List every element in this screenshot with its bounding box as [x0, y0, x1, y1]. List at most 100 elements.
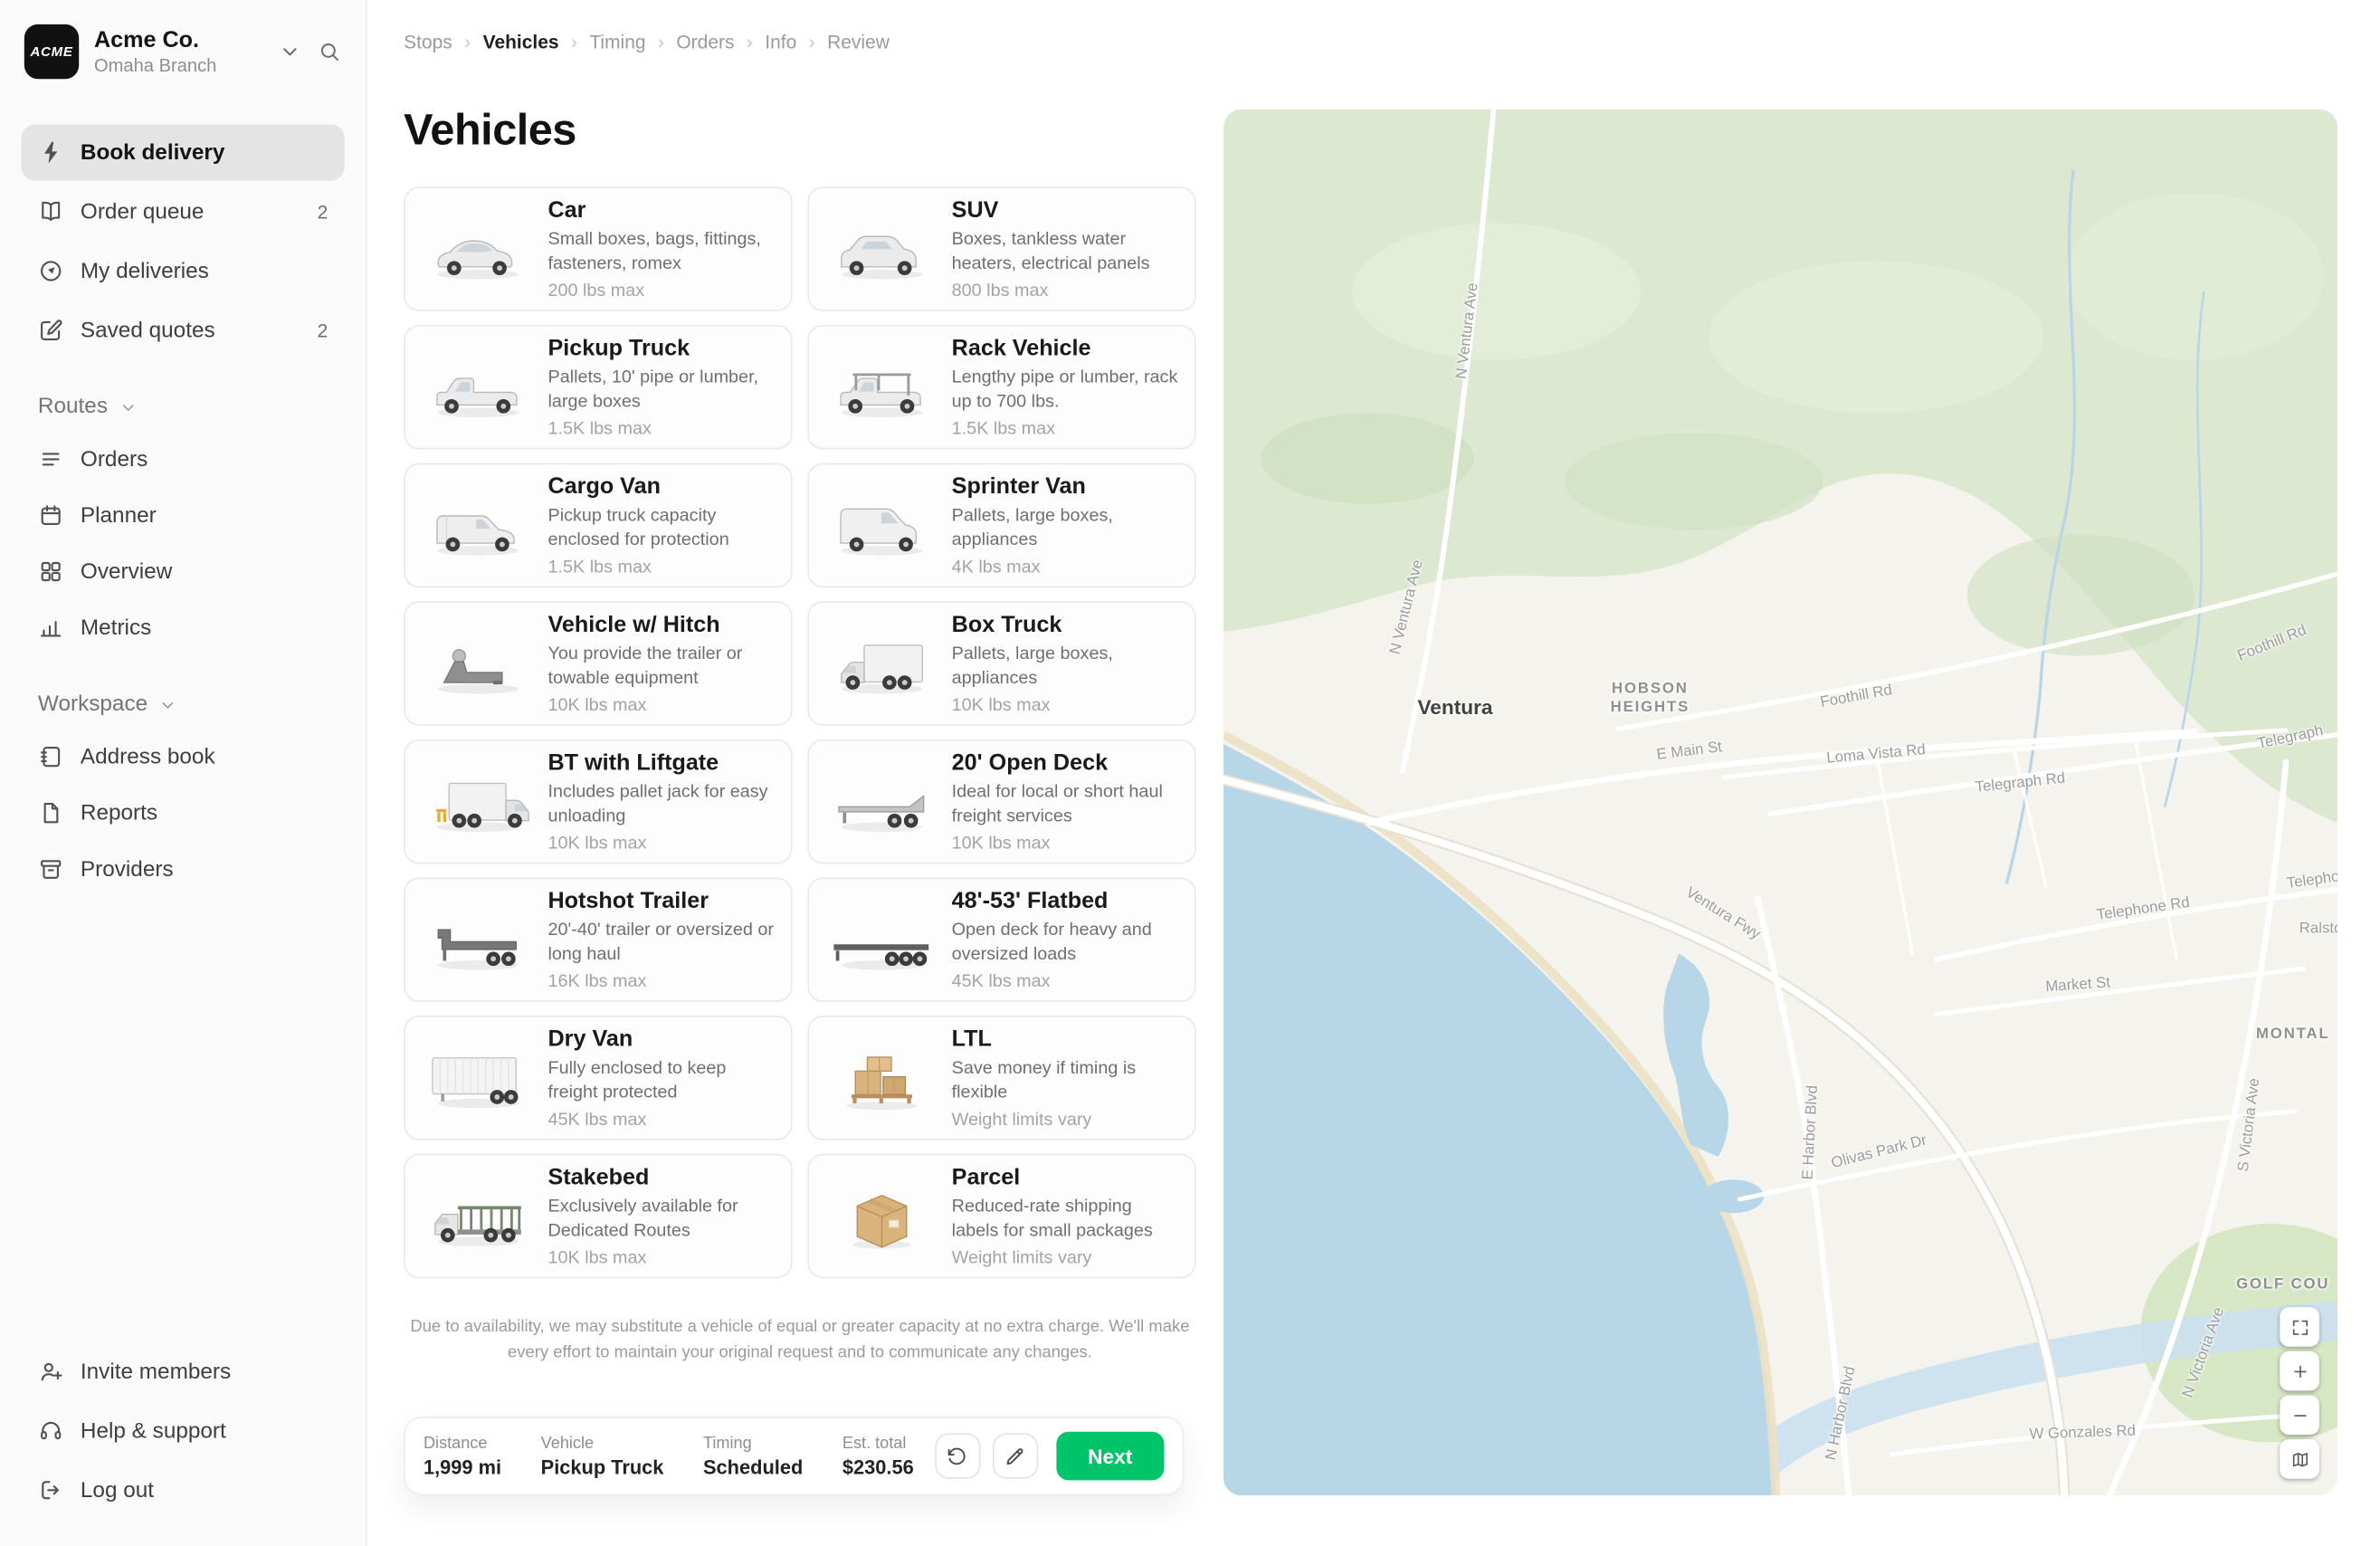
sidebar-item-saved-quotes[interactable]: Saved quotes 2 — [21, 302, 344, 358]
vehicle-text: Stakebed Exclusively available for Dedic… — [548, 1164, 776, 1267]
vehicle-card-rack-vehicle[interactable]: Rack Vehicle Lengthy pipe or lumber, rac… — [807, 325, 1195, 450]
org-branch: Omaha Branch — [94, 54, 262, 75]
vehicle-text: Hotshot Trailer 20'-40' trailer or overs… — [548, 888, 776, 991]
map[interactable]: N Ventura AveN Ventura AveVenturaHOBSON … — [1223, 110, 2337, 1495]
vehicle-max-weight: 10K lbs max — [952, 694, 1180, 715]
map-canvas[interactable] — [1223, 110, 2337, 1495]
sidebar-item-my-deliveries[interactable]: My deliveries — [21, 243, 344, 299]
summary-field-label: Distance — [424, 1434, 501, 1452]
box-truck-vehicle-icon — [815, 628, 949, 700]
sidebar-item-log-out[interactable]: Log out — [21, 1462, 344, 1518]
search-icon[interactable] — [318, 40, 342, 64]
bt-with-liftgate-vehicle-icon — [412, 766, 546, 837]
sidebar-item-book-delivery[interactable]: Book delivery — [21, 125, 344, 181]
summary-field-value: 1,999 mi — [424, 1455, 501, 1478]
vehicle-max-weight: 200 lbs max — [548, 280, 776, 301]
logout-icon — [38, 1477, 64, 1503]
archive-icon — [38, 856, 64, 883]
sprinter-van-vehicle-icon — [815, 490, 949, 561]
next-button[interactable]: Next — [1056, 1432, 1165, 1481]
chevron-down-icon[interactable] — [278, 40, 302, 64]
vehicle-description: Reduced-rate shipping labels for small p… — [952, 1195, 1180, 1242]
vehicle-description: 20'-40' trailer or oversized or long hau… — [548, 919, 776, 966]
chevron-down-icon — [158, 694, 178, 714]
vehicle-name: LTL — [952, 1026, 1180, 1053]
map-layers-button[interactable] — [2280, 1439, 2319, 1479]
calendar-icon — [38, 502, 64, 529]
vehicle-card-48-53-flatbed[interactable]: 48'-53' Flatbed Open deck for heavy and … — [807, 877, 1195, 1002]
vehicle-description: Pallets, large boxes, appliances — [952, 642, 1180, 689]
vehicle-card-bt-with-liftgate[interactable]: BT with Liftgate Includes pallet jack fo… — [404, 740, 792, 864]
vehicle-card-car[interactable]: Car Small boxes, bags, fittings, fastene… — [404, 186, 792, 311]
page-title: Vehicles — [404, 106, 576, 156]
sidebar-item-label: Orders — [81, 447, 311, 472]
vehicle-card-stakebed[interactable]: Stakebed Exclusively available for Dedic… — [404, 1154, 792, 1279]
breadcrumb-separator: › — [571, 32, 577, 52]
vehicle-description: Ideal for local or short haul freight se… — [952, 780, 1180, 827]
summary-field-vehicle: Vehicle Pickup Truck — [541, 1434, 664, 1478]
pickup-truck-vehicle-icon — [412, 351, 546, 423]
breadcrumb-item-timing[interactable]: Timing — [589, 32, 645, 52]
breadcrumb: Stops›Vehicles›Timing›Orders›Info›Review — [404, 32, 890, 52]
vehicle-text: 48'-53' Flatbed Open deck for heavy and … — [952, 888, 1180, 991]
nav-icon — [38, 258, 64, 284]
sidebar-item-label: Book delivery — [81, 140, 311, 165]
map-zoom-in-button[interactable] — [2280, 1351, 2319, 1391]
vehicle-card-suv[interactable]: SUV Boxes, tankless water heaters, elect… — [807, 186, 1195, 311]
vehicle-description: Boxes, tankless water heaters, electrica… — [952, 227, 1180, 274]
dry-van-vehicle-icon — [412, 1042, 546, 1113]
vehicle-name: 20' Open Deck — [952, 749, 1180, 776]
breadcrumb-separator: › — [809, 32, 815, 52]
sidebar-item-providers[interactable]: Providers — [21, 841, 344, 897]
breadcrumb-item-orders[interactable]: Orders — [676, 32, 734, 52]
sidebar-section-routes[interactable]: Routes — [21, 395, 344, 419]
vehicle-card-20-open-deck[interactable]: 20' Open Deck Ideal for local or short h… — [807, 740, 1195, 864]
edit-button[interactable] — [993, 1433, 1038, 1478]
breadcrumb-item-vehicles[interactable]: Vehicles — [483, 32, 559, 52]
vehicle-text: Sprinter Van Pallets, large boxes, appli… — [952, 473, 1180, 577]
vehicle-card-hotshot-trailer[interactable]: Hotshot Trailer 20'-40' trailer or overs… — [404, 877, 792, 1002]
sidebar-item-invite-members[interactable]: Invite members — [21, 1343, 344, 1399]
sidebar-item-orders[interactable]: Orders — [21, 431, 344, 487]
breadcrumb-item-info[interactable]: Info — [765, 32, 796, 52]
vehicle-card-box-truck[interactable]: Box Truck Pallets, large boxes, applianc… — [807, 601, 1195, 726]
breadcrumb-separator: › — [747, 32, 753, 52]
sidebar-item-help-support[interactable]: Help & support — [21, 1403, 344, 1459]
breadcrumb-item-stops[interactable]: Stops — [404, 32, 452, 52]
pencil-square-icon — [38, 318, 64, 344]
vehicle-name: BT with Liftgate — [548, 749, 776, 776]
vehicle-card-sprinter-van[interactable]: Sprinter Van Pallets, large boxes, appli… — [807, 463, 1195, 588]
sidebar-section-workspace[interactable]: Workspace — [21, 692, 344, 717]
summary-actions: Next — [935, 1432, 1165, 1481]
org-logo-text: ACME — [30, 44, 72, 60]
vehicle-name: Box Truck — [952, 612, 1180, 638]
org-switcher[interactable]: ACME Acme Co. Omaha Branch — [21, 21, 344, 88]
vehicle-card-cargo-van[interactable]: Cargo Van Pickup truck capacity enclosed… — [404, 463, 792, 588]
car-vehicle-icon — [412, 214, 546, 285]
map-zoom-out-button[interactable] — [2280, 1395, 2319, 1435]
vehicle-name: 48'-53' Flatbed — [952, 888, 1180, 914]
vehicle-text: Rack Vehicle Lengthy pipe or lumber, rac… — [952, 336, 1180, 439]
sidebar-item-metrics[interactable]: Metrics — [21, 600, 344, 656]
vehicle-max-weight: 1.5K lbs max — [952, 417, 1180, 438]
map-expand-button[interactable] — [2280, 1307, 2319, 1347]
breadcrumb-item-review[interactable]: Review — [827, 32, 890, 52]
sidebar-item-label: Order queue — [81, 200, 300, 224]
ltl-vehicle-icon — [815, 1042, 949, 1113]
vehicle-card-dry-van[interactable]: Dry Van Fully enclosed to keep freight p… — [404, 1016, 792, 1140]
vehicle-max-weight: 10K lbs max — [548, 694, 776, 715]
sidebar-item-overview[interactable]: Overview — [21, 543, 344, 599]
sidebar-item-planner[interactable]: Planner — [21, 487, 344, 543]
summary-bar: Distance 1,999 mi Vehicle Pickup Truck T… — [404, 1417, 1184, 1495]
sidebar-item-reports[interactable]: Reports — [21, 785, 344, 841]
undo-button[interactable] — [935, 1433, 980, 1478]
vehicle-max-weight: Weight limits vary — [952, 1246, 1180, 1267]
vehicle-card-parcel[interactable]: Parcel Reduced-rate shipping labels for … — [807, 1154, 1195, 1279]
sidebar-item-address-book[interactable]: Address book — [21, 729, 344, 785]
sidebar-section-label: Workspace — [38, 692, 148, 717]
sidebar-item-order-queue[interactable]: Order queue 2 — [21, 184, 344, 240]
vehicle-card-ltl[interactable]: LTL Save money if timing is flexible Wei… — [807, 1016, 1195, 1140]
sidebar-item-label: Address book — [81, 745, 311, 769]
vehicle-card-pickup-truck[interactable]: Pickup Truck Pallets, 10' pipe or lumber… — [404, 325, 792, 450]
vehicle-card-vehicle-w-hitch[interactable]: Vehicle w/ Hitch You provide the trailer… — [404, 601, 792, 726]
